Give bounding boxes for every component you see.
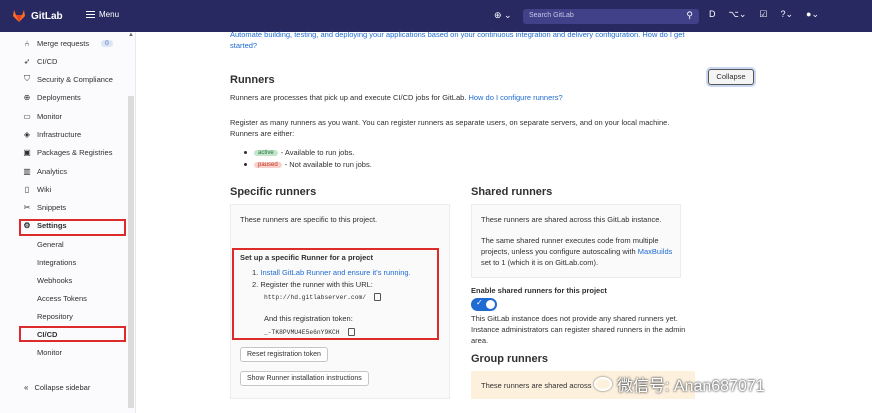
group-runners-title: Group runners [471,353,549,365]
setup-title: Set up a specific Runner for a project [240,253,373,262]
analytics-icon: ▥ [23,166,31,176]
token-label: And this registration token: [264,314,353,323]
url-row: http://hd.gitlabserver.com/ [264,291,382,303]
menu-button[interactable]: Menu [86,10,119,19]
configure-runners-link[interactable]: How do I configure runners? [468,93,562,102]
scissors-icon: ✂ [23,202,31,212]
specific-runners-desc: These runners are specific to this proje… [240,215,378,224]
runners-desc: Runners are processes that pick up and e… [230,93,563,102]
sidebar: ▲ ⑃ Merge requests 0 ➶ CI/CD ⛉ Security … [0,32,136,413]
group-runners-desc: These runners are shared across [481,381,592,390]
sidebar-sub-access-tokens[interactable]: Access Tokens [37,291,87,305]
sidebar-item-packages[interactable]: ▣ Packages & Registries [23,145,112,159]
shared-none-text: This GitLab instance does not provide an… [471,314,686,345]
sidebar-item-analytics[interactable]: ▥ Analytics [23,164,67,178]
sidebar-sub-monitor[interactable]: Monitor [37,345,62,359]
sidebar-item-infrastructure[interactable]: ◈ Infrastructure [24,127,81,141]
show-instructions-button[interactable]: Show Runner installation instructions [240,371,369,386]
book-icon: ▯ [24,184,30,194]
sidebar-item-cicd[interactable]: ➶ CI/CD [23,54,58,68]
hamburger-icon [86,11,95,18]
copy-token-icon[interactable] [347,328,355,337]
search-icon: ⚲ [686,10,693,20]
todo-icon[interactable]: ☑ [759,9,767,20]
check-icon: ✓ [476,298,483,307]
sidebar-sub-repository[interactable]: Repository [37,309,73,323]
wechat-icon [594,377,612,391]
merge-requests-top-icon[interactable]: ⌥⌄ [729,9,747,20]
double-chevron-left-icon: « [24,383,29,392]
sidebar-item-merge-requests[interactable]: ⑃ Merge requests 0 [24,36,113,50]
shared-runners-desc2: The same shared runner executes code fro… [481,236,673,267]
runner-url: http://hd.gitlabserver.com/ [264,294,367,301]
active-badge: active [254,149,278,156]
token-row: _-TK8PVMU4E5e6nY9KCH [264,326,355,338]
main-content: Automate building, testing, and deployin… [136,30,872,413]
sidebar-sub-general[interactable]: General [37,237,64,251]
gitlab-logo[interactable]: GitLab [12,9,63,23]
top-icons: D ⌥⌄ ☑ ?⌄ ●⌄ [709,9,819,20]
active-bullet: active - Available to run jobs. [244,148,354,157]
infrastructure-icon: ◈ [23,129,31,139]
create-new-button[interactable]: ⊕ ⌄ [494,10,512,21]
enable-shared-label: Enable shared runners for this project [471,286,607,295]
sidebar-scrollbar[interactable] [128,96,134,408]
sidebar-item-deployments[interactable]: ⊕ Deployments [24,90,81,104]
menu-label: Menu [99,10,120,19]
app-name: GitLab [31,10,63,22]
highlight-settings [19,219,126,236]
sidebar-item-wiki[interactable]: ▯ Wiki [24,182,51,196]
reset-token-button[interactable]: Reset registration token [240,347,328,362]
sidebar-sub-webhooks[interactable]: Webhooks [37,273,72,287]
copy-url-icon[interactable] [374,293,382,302]
collapse-sidebar-button[interactable]: « Collapse sidebar [24,383,90,392]
merge-request-icon: ⑃ [24,38,30,48]
sidebar-item-snippets[interactable]: ✂ Snippets [23,200,67,214]
issues-icon[interactable]: D [709,9,716,20]
install-runner-link[interactable]: Install GitLab Runner and ensure it's ru… [260,268,410,277]
step1: 1. Install GitLab Runner and ensure it's… [252,268,411,277]
shared-runners-title: Shared runners [471,186,553,198]
collapse-button[interactable]: Collapse [708,69,754,85]
help-icon[interactable]: ?⌄ [781,9,794,20]
avatar[interactable]: ●⌄ [806,9,819,20]
register-text: Register as many runners as you want. Yo… [230,118,670,127]
scroll-up-icon[interactable]: ▲ [128,32,134,38]
rocket-icon: ➶ [23,56,31,66]
registration-token: _-TK8PVMU4E5e6nY9KCH [264,329,340,336]
sidebar-sub-integrations[interactable]: Integrations [37,255,76,269]
runners-either: Runners are either: [230,129,295,138]
shared-runners-desc: These runners are shared across this Git… [481,215,662,224]
maxbuilds-link[interactable]: MaxBuilds [638,247,673,256]
intro-text: Automate building, testing, and deployin… [230,30,685,50]
specific-runners-title: Specific runners [230,186,317,198]
top-navbar: GitLab Menu ⊕ ⌄ Search GitLab ⚲ D ⌥⌄ ☑ ?… [0,0,872,32]
sidebar-item-monitor[interactable]: ▭ Monitor [23,109,62,123]
gitlab-fox-icon [13,10,25,22]
enable-shared-toggle[interactable]: ✓ [471,298,497,311]
paused-bullet: paused - Not available to run jobs. [244,160,372,169]
search-placeholder: Search GitLab [529,12,574,19]
paused-badge: paused [254,161,282,168]
sidebar-item-security[interactable]: ⛉ Security & Compliance [24,72,113,86]
deployments-icon: ⊕ [23,92,31,102]
highlight-cicd [19,326,126,342]
count-badge: 0 [101,39,113,47]
runners-title: Runners [230,74,275,86]
search-input[interactable]: Search GitLab ⚲ [523,9,699,24]
step2: 2. Register the runner with this URL: [252,280,373,289]
shield-icon: ⛉ [24,74,30,83]
monitor-icon: ▭ [23,111,31,121]
package-icon: ▣ [23,147,31,157]
watermark: 微信号: Anan687071 [594,372,765,396]
